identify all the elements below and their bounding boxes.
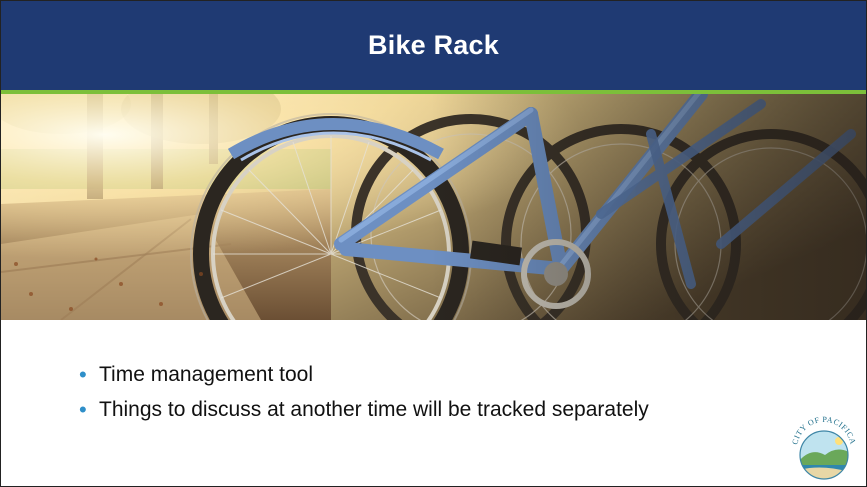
bullet-list: • Time management tool • Things to discu… bbox=[79, 357, 649, 427]
city-of-pacifica-logo: CITY OF PACIFICA bbox=[790, 409, 857, 483]
bullet-text: Things to discuss at another time will b… bbox=[99, 398, 649, 421]
slide-title: Bike Rack bbox=[368, 30, 499, 60]
bullet-text: Time management tool bbox=[99, 363, 313, 386]
bullet-item: • Time management tool bbox=[79, 357, 649, 392]
bullet-item: • Things to discuss at another time will… bbox=[79, 392, 649, 427]
title-bar: Bike Rack bbox=[1, 1, 866, 90]
bike-rack-photo bbox=[1, 94, 866, 320]
bullet-dot-icon: • bbox=[79, 397, 87, 422]
bullet-dot-icon: • bbox=[79, 362, 87, 387]
city-seal-icon: CITY OF PACIFICA bbox=[790, 415, 857, 480]
slide: Bike Rack • Time management tool • Thing… bbox=[0, 0, 867, 487]
